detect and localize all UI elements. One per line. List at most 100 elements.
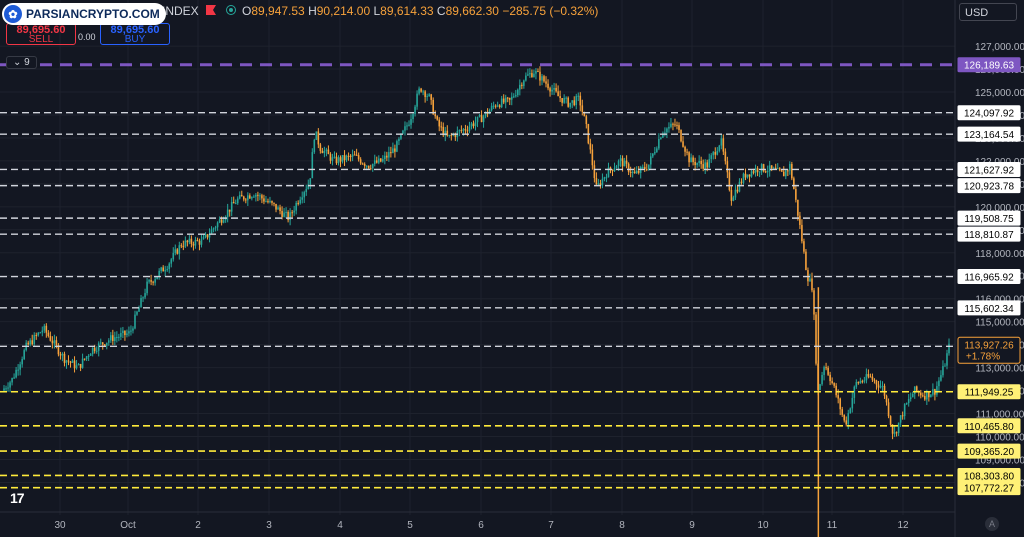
candle-body [110, 335, 112, 341]
candle-body [107, 340, 110, 343]
candle-body [633, 171, 636, 174]
currency-select[interactable]: USD [959, 3, 1017, 21]
candle-body [645, 169, 648, 171]
candle-body [529, 73, 531, 75]
candle-body [791, 163, 793, 179]
candle-body [152, 281, 154, 283]
candle-body [748, 174, 751, 177]
open-value: 89,947.53 [251, 4, 305, 18]
indicators-toggle[interactable]: ⌄ 9 [6, 56, 37, 69]
candle-body [603, 177, 606, 179]
candle-body [222, 220, 225, 223]
candle-body [154, 279, 156, 283]
candle-body [83, 358, 86, 360]
watermark-badge: ✿ PARSIANCRYPTO.COM [2, 3, 166, 25]
candle-body [627, 163, 630, 172]
candle-body [79, 364, 82, 368]
level-price-label: 115,602.34 [964, 304, 1014, 315]
candle-body [69, 361, 72, 363]
candle-body [414, 106, 416, 114]
candle-body [212, 228, 215, 230]
candle-body [468, 126, 471, 131]
candle-body [793, 178, 795, 190]
candle-body [780, 170, 783, 172]
candle-body [940, 375, 942, 381]
candle-body [635, 170, 638, 174]
candle-body [293, 210, 295, 213]
price-axis[interactable]: 127,000.00126,000.00125,000.00124,000.00… [957, 42, 1024, 496]
candle-body [422, 91, 424, 93]
candle-body [728, 172, 731, 190]
candle-body [865, 374, 868, 381]
candle-body [202, 236, 205, 240]
candle-body [134, 314, 136, 329]
candle-body [827, 367, 829, 375]
buy-button[interactable]: 89,695.60 BUY [100, 23, 170, 45]
candle-body [247, 195, 249, 201]
candle-body [13, 377, 15, 379]
buy-label: BUY [124, 34, 146, 45]
candle-body [839, 398, 841, 410]
candle-body [166, 269, 169, 271]
candlestick-series [3, 66, 950, 537]
candle-body [118, 336, 120, 338]
candle-body [601, 178, 604, 186]
candle-body [704, 162, 706, 169]
candle-body [621, 158, 624, 167]
price-chart[interactable]: 127,000.00126,000.00125,000.00124,000.00… [0, 0, 1024, 537]
candle-body [519, 84, 521, 90]
indicators-count: 9 [24, 57, 30, 68]
candle-body [313, 139, 316, 153]
candle-body [825, 367, 827, 369]
candle-body [581, 105, 584, 112]
candle-body [267, 201, 269, 203]
candle-body [807, 270, 809, 282]
candle-body [174, 249, 177, 253]
candle-body [694, 161, 696, 166]
candle-body [249, 195, 251, 199]
candle-body [245, 199, 247, 201]
candle-body [559, 96, 561, 99]
candle-body [875, 380, 878, 385]
candle-body [670, 123, 672, 127]
candle-body [253, 196, 255, 198]
candle-body [666, 128, 668, 133]
candle-body [351, 154, 354, 157]
candle-body [476, 116, 479, 123]
candle-body [361, 163, 364, 165]
candle-body [333, 156, 336, 158]
candle-body [613, 168, 616, 172]
candle-body [605, 177, 608, 179]
time-axis[interactable]: 30 Oct 2 3 4 5 6 7 8 9 10 11 12 [54, 520, 909, 531]
tradingview-logo-icon[interactable]: 17 [10, 490, 25, 506]
x-tick-label: 10 [757, 520, 769, 531]
candle-body [329, 154, 332, 161]
candle-body [230, 202, 233, 212]
candle-body [492, 105, 495, 107]
candle-body [305, 189, 308, 193]
auto-scale-button[interactable]: A [985, 517, 999, 531]
candle-body [789, 163, 791, 171]
candle-body [948, 343, 950, 354]
spread-value: 0.00 [78, 32, 96, 42]
candle-body [353, 154, 356, 156]
candle-body [946, 353, 948, 366]
candle-body [440, 126, 443, 128]
candle-body [597, 183, 600, 185]
candle-body [837, 395, 839, 399]
ohlc-values: O89,947.53 H90,214.00 L89,614.33 C89,662… [242, 4, 598, 18]
market-status-icon [226, 5, 236, 15]
candle-body [206, 234, 209, 238]
candle-body [829, 374, 831, 382]
candle-body [271, 201, 273, 203]
candle-body [47, 332, 50, 337]
flag-icon[interactable] [206, 5, 216, 15]
candle-body [754, 168, 757, 173]
sell-button[interactable]: 89,695.60 SELL [6, 23, 76, 45]
candle-body [97, 343, 100, 351]
candle-body [303, 192, 306, 198]
candle-body [815, 314, 817, 364]
candle-body [867, 374, 870, 377]
x-tick-label: 4 [337, 520, 343, 531]
candle-body [200, 239, 203, 245]
